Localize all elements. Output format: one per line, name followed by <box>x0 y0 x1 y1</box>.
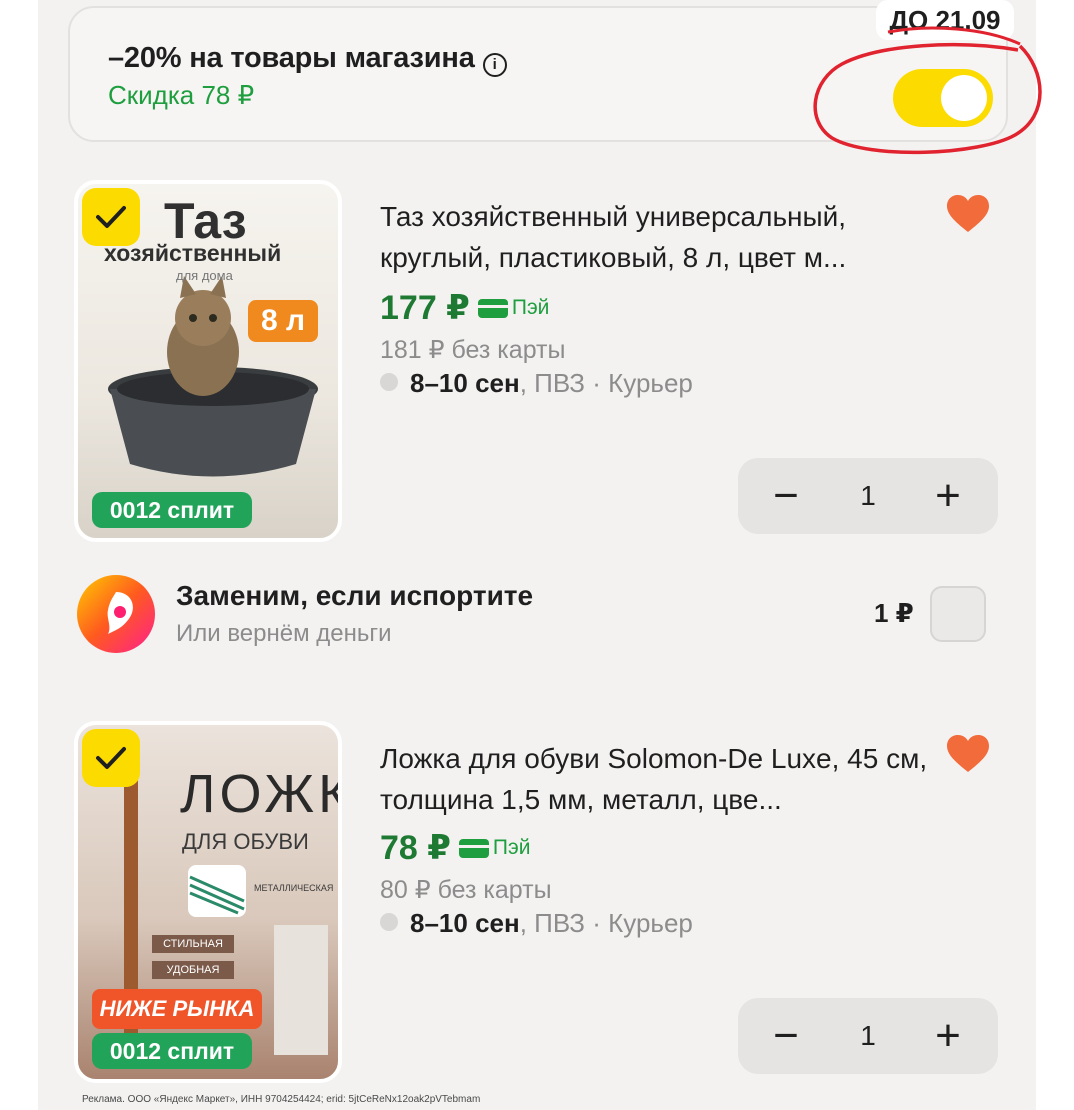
price-without-card: 181 ₽ без карты <box>380 336 566 364</box>
decrease-button[interactable]: − <box>748 998 824 1074</box>
pay-label: Пэй <box>492 836 531 859</box>
quantity-value: 1 <box>860 480 876 511</box>
product-title[interactable]: Ложка для обуви Solomon-De Luxe, 45 см, … <box>380 738 940 820</box>
ad-disclaimer: Реклама. ООО «Яндекс Маркет», ИНН 970425… <box>82 1094 481 1105</box>
checkmark-icon <box>96 747 126 769</box>
discount-toggle[interactable] <box>893 69 993 127</box>
discount-title: –20% на товары магазина i <box>108 42 507 77</box>
price-without-card: 80 ₽ без карты <box>380 876 552 904</box>
favorite-heart-icon[interactable] <box>946 194 990 234</box>
card-icon <box>477 298 508 318</box>
delivery-info: 8–10 сен, ПВЗ · Курьер <box>380 908 693 939</box>
price-row: 177 ₽ Пэй <box>380 288 549 328</box>
info-icon[interactable]: i <box>482 53 507 77</box>
select-checkbox[interactable] <box>82 188 140 246</box>
delivery-options: , ПВЗ · Курьер <box>519 368 693 398</box>
insurance-subtitle: Или вернём деньги <box>176 620 392 647</box>
checkmark-icon <box>96 206 126 228</box>
delivery-dot-icon <box>380 373 398 391</box>
increase-button[interactable]: + <box>910 458 986 534</box>
delivery-options: , ПВЗ · Курьер <box>519 908 693 938</box>
card-icon <box>458 838 489 858</box>
deadline-badge: ДО 21.09 <box>876 0 1014 40</box>
image-tag-comfortable: УДОБНАЯ <box>152 961 234 979</box>
image-caption: МЕТАЛЛИЧЕСКАЯ <box>254 883 334 893</box>
price-row: 78 ₽ Пэй <box>380 828 530 868</box>
product-image[interactable]: ЛОЖКА ДЛЯ ОБУВИ МЕТАЛЛИЧЕСКАЯ СТИЛЬНАЯ У… <box>74 721 342 1083</box>
product-image[interactable]: Таз хозяйственный для дома 8 л 0012 спли… <box>74 180 342 542</box>
split-badge: 0012 сплит <box>92 492 252 528</box>
favorite-heart-icon[interactable] <box>946 734 990 774</box>
insurance-price: 1 ₽ <box>874 598 914 628</box>
pay-label: Пэй <box>511 296 550 319</box>
delivery-date: 8–10 сен <box>410 368 520 398</box>
decrease-button[interactable]: − <box>748 458 824 534</box>
delivery-dot-icon <box>380 913 398 931</box>
delivery-date: 8–10 сен <box>410 908 520 938</box>
price: 78 ₽ <box>380 829 451 867</box>
toggle-knob <box>941 75 987 121</box>
delivery-info: 8–10 сен, ПВЗ · Курьер <box>380 368 693 399</box>
below-market-tag: НИЖЕ РЫНКА <box>92 989 262 1029</box>
product-title[interactable]: Таз хозяйственный универсальный, круглый… <box>380 196 940 278</box>
select-checkbox[interactable] <box>82 729 140 787</box>
quantity-stepper: − 1 + <box>738 458 998 534</box>
image-caption: для дома <box>176 268 233 283</box>
protection-logo-icon <box>77 575 155 653</box>
insurance-checkbox[interactable] <box>930 586 986 642</box>
price: 177 ₽ <box>380 289 470 327</box>
discount-amount: Скидка 78 ₽ <box>108 80 255 110</box>
quantity-value: 1 <box>860 1020 876 1051</box>
split-badge: 0012 сплит <box>92 1033 252 1069</box>
image-tag-stylish: СТИЛЬНАЯ <box>152 935 234 953</box>
insurance-title: Заменим, если испортите <box>176 580 534 611</box>
quantity-stepper: − 1 + <box>738 998 998 1074</box>
volume-tag: 8 л <box>248 300 318 342</box>
image-title: ЛОЖКА <box>180 764 338 824</box>
increase-button[interactable]: + <box>910 998 986 1074</box>
image-subtitle: ДЛЯ ОБУВИ <box>182 829 309 854</box>
